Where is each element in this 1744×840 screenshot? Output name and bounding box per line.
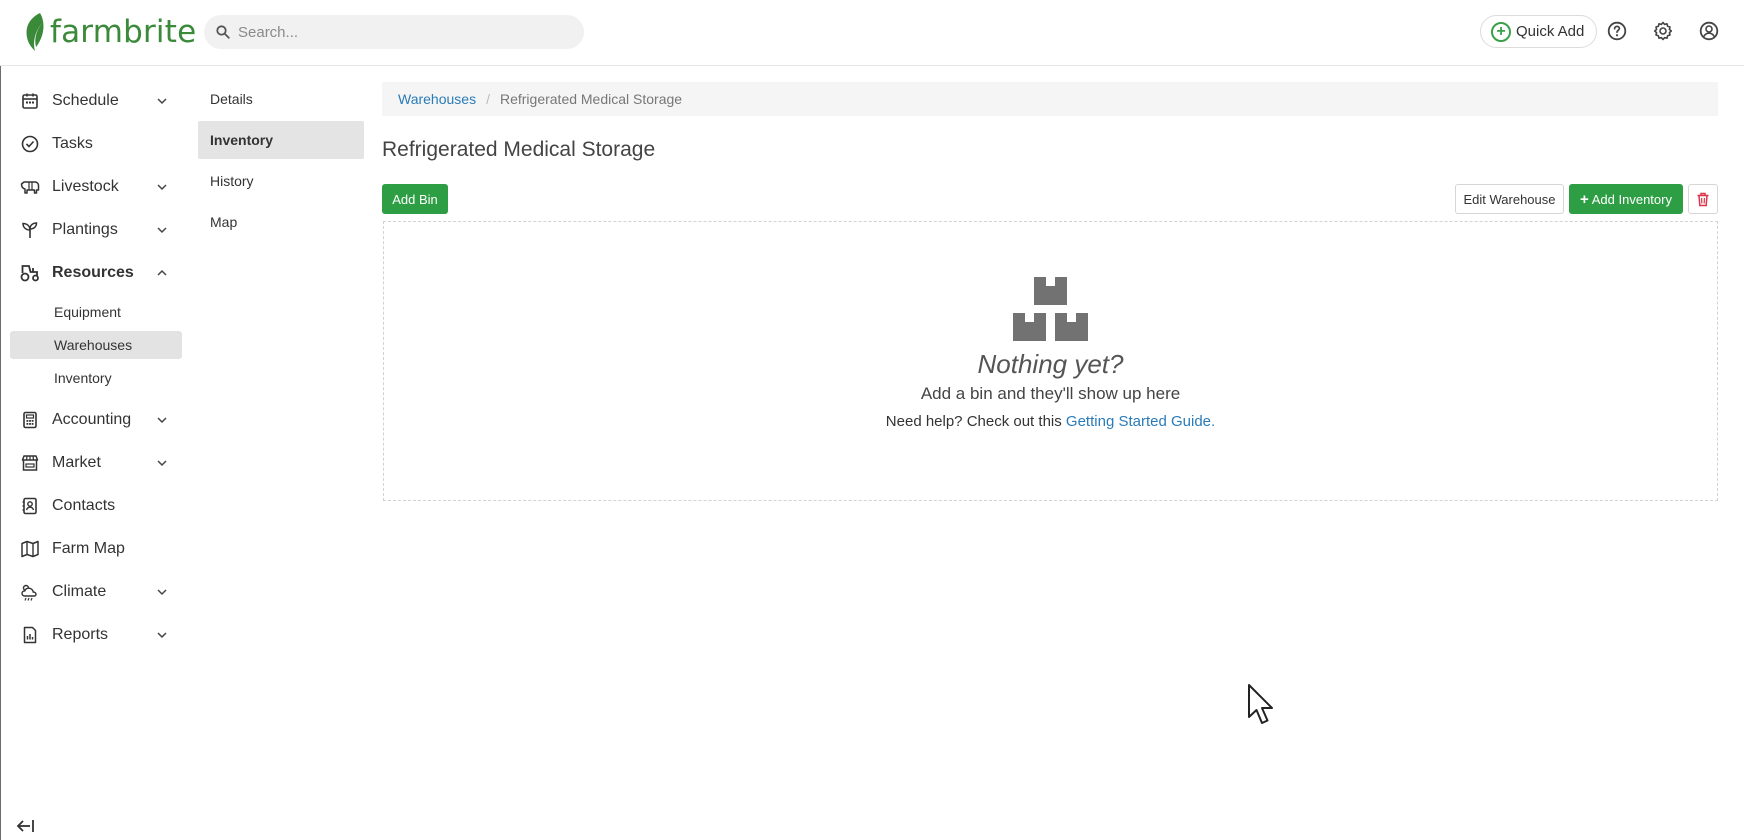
sidebar-item-label: Accounting [52,411,132,428]
plus-circle-icon: + [1491,21,1511,42]
sidebar-item-label: Market [52,454,101,471]
sidebar-subitem-label: Equipment [54,304,121,320]
report-icon [23,626,37,644]
sidebar-item-resources[interactable]: Resources [10,253,182,293]
add-inventory-label: Add Inventory [1591,191,1672,207]
top-bar: farmbrite + Quick Add [0,0,1744,66]
sidebar-item-accounting[interactable]: Accounting [10,400,182,440]
sidebar-subitem-warehouses[interactable]: Warehouses [10,331,182,359]
page-title: Refrigerated Medical Storage [382,138,656,161]
sidebar-item-reports[interactable]: Reports [10,615,182,655]
sidebar-subitem-inventory[interactable]: Inventory [10,364,182,392]
cow-icon [20,181,40,194]
chevron-down-icon [157,632,167,639]
calendar-icon [22,93,38,109]
sidebar-item-tasks[interactable]: Tasks [10,124,182,164]
search-icon [216,25,230,39]
breadcrumb-current: Refrigerated Medical Storage [499,91,683,107]
sprout-icon [22,222,38,238]
help-text: Need help? Check out this [885,413,1066,430]
sidebar-item-label: Resources [52,264,134,281]
account-icon[interactable] [1697,19,1721,43]
weather-icon [21,584,37,601]
breadcrumb-warehouses-link[interactable]: Warehouses [398,91,476,107]
tab-label: Map [210,214,238,230]
trash-icon [1697,192,1709,206]
sidebar-item-livestock[interactable]: Livestock [10,167,182,207]
tab-label: History [210,173,254,189]
logo-text: farmbrite [50,14,197,50]
check-circle-icon [21,135,39,153]
sidebar-item-label: Farm Map [52,540,125,557]
add-bin-label: Add Bin [392,191,438,207]
chevron-up-icon [157,269,167,276]
sidebar-item-market[interactable]: Market [10,443,182,483]
settings-icon[interactable] [1651,19,1675,43]
empty-state-title: Nothing yet? [977,349,1124,379]
contacts-icon [22,497,37,515]
sidebar: Schedule Tasks Livestock Plantings Resou… [0,67,190,840]
sidebar-item-label: Reports [52,626,109,643]
sidebar-item-label: Plantings [52,221,118,238]
tab-map[interactable]: Map [198,203,364,241]
quick-add-label: Quick Add [1516,23,1585,40]
add-bin-button[interactable]: Add Bin [382,184,448,214]
search-input[interactable] [238,23,558,41]
tab-label: Inventory [210,132,274,148]
tractor-icon [20,265,39,282]
tab-label: Details [210,91,253,107]
empty-state-subtitle: Add a bin and they'll show up here [920,384,1181,403]
tab-history[interactable]: History [198,162,364,200]
leaf-logo-icon [26,13,44,51]
sidebar-item-label: Contacts [52,497,116,514]
help-icon[interactable] [1605,19,1629,43]
chevron-down-icon [157,460,167,467]
store-icon [21,455,39,471]
chevron-down-icon [157,98,167,105]
plus-icon: + [1580,190,1589,208]
collapse-sidebar-icon[interactable] [14,815,36,837]
warehouse-subnav: Details Inventory History Map [198,80,364,244]
sidebar-item-climate[interactable]: Climate [10,572,182,612]
sidebar-item-schedule[interactable]: Schedule [10,81,182,121]
tab-details[interactable]: Details [198,80,364,118]
chevron-down-icon [157,227,167,234]
quick-add-button[interactable]: + Quick Add [1480,15,1598,48]
sidebar-item-label: Climate [52,583,107,600]
chevron-down-icon [157,184,167,191]
empty-state-help: Need help? Check out this Getting Starte… [384,413,1717,430]
breadcrumb-separator: / [486,91,490,107]
map-icon [21,540,39,558]
delete-warehouse-button[interactable] [1688,184,1718,214]
farmbrite-logo[interactable]: farmbrite [22,10,196,54]
sidebar-item-label: Tasks [52,135,93,152]
sidebar-item-label: Schedule [52,92,119,109]
bins-empty-state: Nothing yet? Add a bin and they'll show … [383,221,1718,501]
getting-started-guide-link[interactable]: Getting Started Guide. [1066,413,1215,430]
sidebar-subitem-equipment[interactable]: Equipment [10,298,182,326]
sidebar-item-contacts[interactable]: Contacts [10,486,182,526]
edit-warehouse-label: Edit Warehouse [1463,191,1556,207]
sidebar-subitem-label: Warehouses [54,337,133,353]
sidebar-subitem-label: Inventory [54,370,112,386]
chevron-down-icon [157,589,167,596]
sidebar-item-farm-map[interactable]: Farm Map [10,529,182,569]
add-inventory-button[interactable]: + Add Inventory [1569,184,1683,214]
breadcrumb: Warehouses / Refrigerated Medical Storag… [382,82,1718,116]
edit-warehouse-button[interactable]: Edit Warehouse [1455,184,1564,214]
tab-inventory[interactable]: Inventory [198,121,364,159]
chevron-down-icon [157,417,167,424]
sidebar-item-plantings[interactable]: Plantings [10,210,182,250]
boxes-icon [1013,277,1088,341]
mouse-cursor-icon [1248,684,1273,724]
calculator-icon [23,411,37,429]
sidebar-item-label: Livestock [52,178,119,195]
search-bar[interactable] [204,15,584,49]
